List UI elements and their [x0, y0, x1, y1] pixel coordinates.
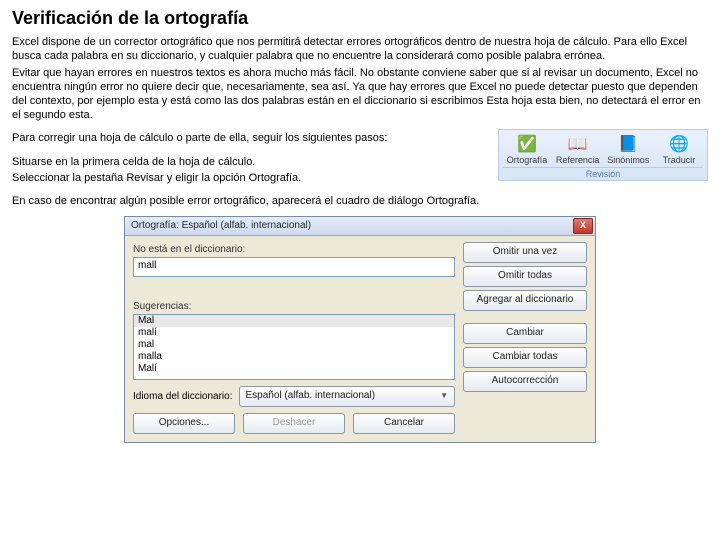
ribbon-label: Sinónimos [607, 156, 649, 165]
autocorrect-button[interactable]: Autocorrección [463, 371, 587, 392]
ribbon-label: Traducir [663, 156, 696, 165]
dialog-title: Ortografía: Español (alfab. internaciona… [131, 220, 311, 231]
ribbon-revision: ✅ Ortografía 📖 Referencia 📘 Sinónimos 🌐 … [498, 129, 708, 181]
close-icon[interactable]: X [573, 218, 593, 234]
suggestions-listbox[interactable]: Mal malí mal malla Malí [133, 314, 455, 380]
change-all-button[interactable]: Cambiar todas [463, 347, 587, 368]
ignore-all-button[interactable]: Omitir todas [463, 266, 587, 287]
suggestions-label: Sugerencias: [133, 301, 455, 312]
list-item[interactable]: mal [134, 339, 454, 351]
ribbon-btn-ortografia[interactable]: ✅ Ortografía [503, 132, 551, 165]
ignore-once-button[interactable]: Omitir una vez [463, 242, 587, 263]
steps-intro: Para corregir una hoja de cálculo o part… [12, 131, 488, 145]
lang-label: Idioma del diccionario: [133, 391, 233, 402]
undo-button[interactable]: Deshacer [243, 413, 345, 434]
ribbon-group-label: Revisión [503, 167, 703, 180]
not-in-dict-input[interactable]: mall [133, 257, 455, 277]
step-item: Situarse en la primera celda de la hoja … [12, 155, 488, 169]
spellcheck-icon: ✅ [513, 132, 541, 156]
ribbon-label: Ortografía [507, 156, 548, 165]
ribbon-btn-sinonimos[interactable]: 📘 Sinónimos [604, 132, 652, 165]
ribbon-label: Referencia [556, 156, 600, 165]
lang-select[interactable]: Español (alfab. internacional) ▼ [239, 386, 456, 407]
conclusion-text: En caso de encontrar algún posible error… [12, 194, 708, 208]
page-title: Verificación de la ortografía [12, 8, 708, 29]
spellcheck-dialog: Ortografía: Español (alfab. internaciona… [124, 216, 596, 443]
dialog-titlebar: Ortografía: Español (alfab. internaciona… [125, 217, 595, 236]
thesaurus-icon: 📘 [614, 132, 642, 156]
not-in-dict-label: No está en el diccionario: [133, 244, 455, 255]
intro-paragraph: Excel dispone de un corrector ortográfic… [12, 35, 708, 64]
cancel-button[interactable]: Cancelar [353, 413, 455, 434]
add-to-dict-button[interactable]: Agregar al diccionario [463, 290, 587, 311]
change-button[interactable]: Cambiar [463, 323, 587, 344]
ribbon-btn-referencia[interactable]: 📖 Referencia [554, 132, 602, 165]
list-item[interactable]: Malí [134, 363, 454, 375]
intro-paragraph: Evitar que hayan errores en nuestros tex… [12, 66, 708, 123]
ribbon-btn-traducir[interactable]: 🌐 Traducir [655, 132, 703, 165]
intro-block: Excel dispone de un corrector ortográfic… [12, 35, 708, 123]
translate-icon: 🌐 [665, 132, 693, 156]
step-item: Seleccionar la pestaña Revisar y eligir … [12, 171, 488, 185]
chevron-down-icon: ▼ [440, 387, 448, 405]
list-item[interactable]: malla [134, 351, 454, 363]
lang-value: Español (alfab. internacional) [246, 387, 376, 405]
reference-icon: 📖 [564, 132, 592, 156]
list-item[interactable]: Mal [134, 315, 454, 327]
options-button[interactable]: Opciones... [133, 413, 235, 434]
list-item[interactable]: malí [134, 327, 454, 339]
